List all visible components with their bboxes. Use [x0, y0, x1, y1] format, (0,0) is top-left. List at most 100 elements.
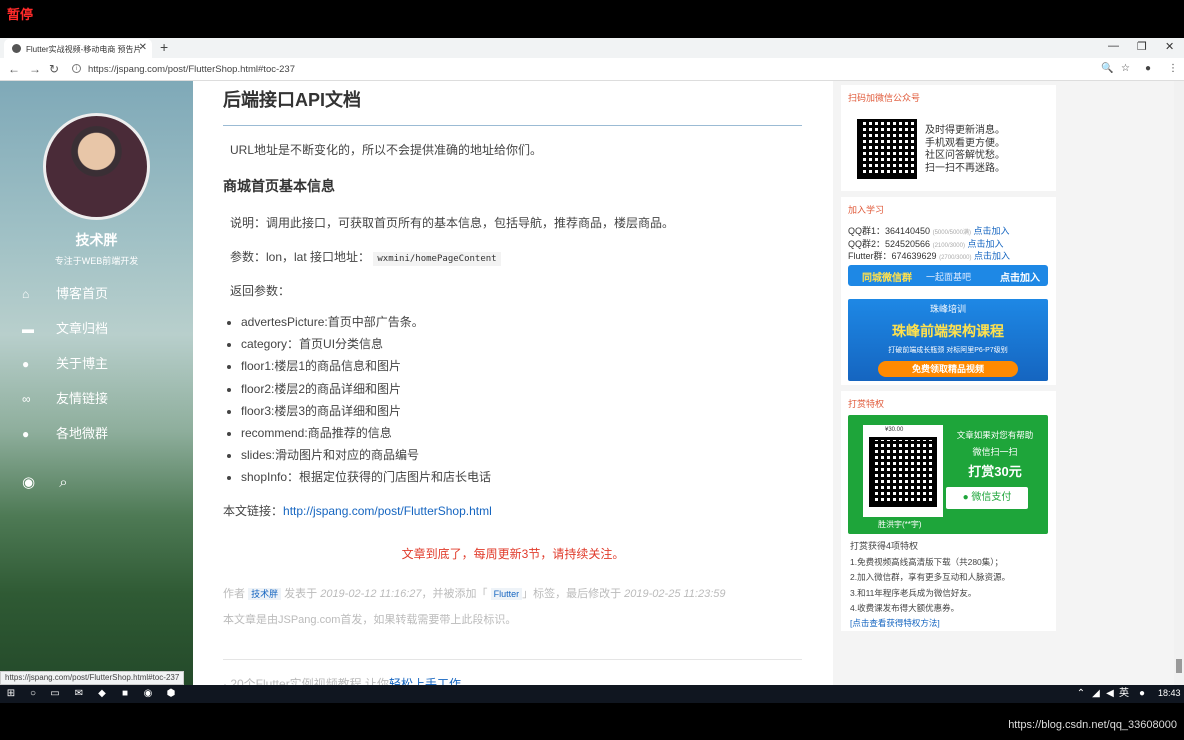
chevron-up-icon[interactable]: ⌃ [1075, 688, 1087, 700]
permalink-row: 本文链接：http://jspang.com/post/FlutterShop.… [223, 504, 492, 518]
favicon-icon [12, 44, 21, 53]
close-window-icon[interactable]: ✕ [1165, 40, 1174, 53]
blog-sidebar: 技术胖 专注于WEB前端开发 ⌂ 博客首页 ▬ 文章归档 ● 关于博主 ∞ 友情链接 ●… [0, 81, 193, 685]
pay-qr-frame: ¥30.00 [863, 425, 943, 517]
browser-tab[interactable]: Flutter实战视频-移动电商 预告片 ✕ [4, 39, 152, 58]
list-item: floor3:楼层3的商品详细和图片 [241, 402, 491, 424]
wechat-group-banner[interactable]: 同城微信群 一起面基吧 点击加入 [848, 265, 1048, 286]
endpoint-code: wxmini/homePageContent [373, 252, 501, 266]
address-bar: ← → ↻ i https://jspang.com/post/FlutterS… [0, 58, 1184, 81]
list-item: advertesPicture:首页中部广告条。 [241, 313, 491, 335]
account-icon[interactable]: ● [1145, 63, 1151, 74]
list-item: 3.和11年程序老兵成为微信好友。 [850, 587, 977, 598]
wechat-tray-icon[interactable]: ● [1136, 688, 1148, 700]
network-icon[interactable]: ◢ [1090, 688, 1102, 700]
permalink-link[interactable]: http://jspang.com/post/FlutterShop.html [283, 504, 492, 518]
app-icon[interactable]: ■ [119, 688, 131, 700]
windows-start-icon[interactable]: ⊞ [5, 688, 17, 700]
join-link[interactable]: 点击加入 [974, 251, 1010, 261]
list-item: slides:滑动图片和对应的商品编号 [241, 446, 491, 468]
zoom-icon[interactable]: 🔍 [1101, 63, 1113, 74]
avatar[interactable] [43, 113, 150, 220]
pause-label[interactable]: 暂停 [7, 4, 33, 23]
copyright-note: 本文章是由JSPang.com首发，如果转载需要带上此段标识。 [223, 614, 517, 626]
scrollbar[interactable] [1174, 81, 1184, 685]
new-tab-icon[interactable]: + [160, 39, 168, 55]
browser-tab-bar: Flutter实战视频-移动电商 预告片 ✕ + — ❐ ✕ [0, 38, 1184, 58]
next-article[interactable]: · 20个Flutter实例视频教程 让你轻松上手工作 [223, 675, 461, 685]
url-input[interactable]: https://jspang.com/post/FlutterShop.html… [88, 64, 295, 75]
restore-icon[interactable]: ❐ [1137, 40, 1147, 53]
wechat-card: 扫码加微信公众号 及时得更新消息。 手机观看更方便。 社区问答解忧愁。 扫一扫不… [841, 85, 1056, 191]
wechat-pay-panel: ¥30.00 文章如果对您有帮助 微信扫一扫 打赏30元 ● 微信支付 胜洪宇(… [848, 415, 1048, 534]
search-icon[interactable]: ⌕ [59, 474, 67, 491]
list-item: floor2:楼层2的商品详细和图片 [241, 380, 491, 402]
desc-text: 说明：调用此接口，可获取首页所有的基本信息，包括导航，推荐商品，楼层商品。 [230, 216, 675, 230]
cortana-icon[interactable]: ○ [27, 688, 39, 700]
list-item: category：首页UI分类信息 [241, 335, 491, 357]
rss-icon[interactable]: ◉ [22, 474, 35, 491]
right-sidebar: 扫码加微信公众号 及时得更新消息。 手机观看更方便。 社区问答解忧愁。 扫一扫不… [841, 81, 1056, 685]
reward-method-link[interactable]: [点击查看获得特权方法] [850, 616, 1010, 631]
wechat-pay-button[interactable]: ● 微信支付 [946, 487, 1028, 509]
end-note: 文章到底了，每周更新3节，请持续关注。 [401, 547, 625, 561]
archive-icon: ▬ [22, 322, 34, 336]
group-row: Flutter群：674639629 (2700/3000) 点击加入 [848, 251, 1010, 261]
list-item: recommend:商品推荐的信息 [241, 424, 491, 446]
minimize-icon[interactable]: — [1108, 40, 1119, 52]
menu-icon[interactable]: ⋮ [1168, 63, 1178, 74]
close-tab-icon[interactable]: ✕ [139, 42, 147, 53]
sidebar-item-archive[interactable]: ▬ 文章归档 [22, 318, 108, 338]
vscode-icon[interactable]: ◆ [96, 688, 108, 700]
wechat-title: 扫码加微信公众号 [848, 93, 921, 103]
author-name: 技术胖 [75, 232, 118, 248]
forward-icon[interactable]: → [29, 62, 41, 76]
group-row: QQ群1：364140450 (5000/5000满) 点击加入 [848, 226, 1010, 236]
reward-list: 1.免费视频高线高清版下载（共280集）； 2.加入微信群，享有更多互动和人脉资… [850, 555, 1010, 631]
bookmark-star-icon[interactable]: ☆ [1121, 63, 1130, 74]
return-params-list: advertesPicture:首页中部广告条。 category：首页UI分类… [241, 313, 491, 491]
course-banner[interactable]: 珠峰培训 珠峰前端架构课程 打破前端成长瓶颈 对标阿里P6-P7级别 免费领取精… [848, 299, 1048, 381]
clock[interactable]: 18:43 [1158, 688, 1181, 698]
intro-text: URL地址是不断变化的，所以不会提供准确的地址给你们。 [230, 143, 543, 157]
wechat-text: 及时得更新消息。 手机观看更方便。 社区问答解忧愁。 扫一扫不再迷路。 [925, 125, 1005, 174]
home-icon: ⌂ [22, 287, 30, 301]
list-item: floor1:楼层1的商品信息和图片 [241, 357, 491, 379]
reward-title: 打赏特权 [848, 399, 885, 409]
article-heading: 后端接口API文档 [223, 90, 362, 110]
reward-heading: 打赏获得4项特权 [850, 541, 919, 551]
list-item: 1.免费视频高线高清版下载（共280集）； [850, 557, 1004, 567]
scrollbar-thumb[interactable] [1176, 659, 1182, 673]
list-item: 4.收费课发布得大额优惠券。 [850, 602, 960, 613]
author-tag[interactable]: 技术胖 [248, 588, 282, 600]
reload-icon[interactable]: ↻ [49, 62, 59, 76]
app-icon[interactable]: ⬢ [165, 688, 177, 700]
ime-indicator[interactable]: 英 [1118, 688, 1130, 700]
join-card: 加入学习 QQ群1：364140450 (5000/5000满) 点击加入 QQ… [841, 197, 1056, 385]
windows-taskbar: ⊞ ○ ▭ ✉ ◆ ■ ◉ ⬢ ⌃ ◢ ◀ 英 ● 18:43 [0, 685, 1184, 703]
chrome-icon[interactable]: ◉ [142, 688, 154, 700]
sidebar-item-links[interactable]: ∞ 友情链接 [22, 388, 108, 408]
status-bar-url: https://jspang.com/post/FlutterShop.html… [0, 671, 185, 685]
mail-icon[interactable]: ✉ [73, 688, 85, 700]
tab-title: Flutter实战视频-移动电商 预告片 [26, 45, 142, 54]
sidebar-tools: ◉ ⌕ [22, 473, 68, 491]
qr-code [857, 119, 917, 179]
list-item: shopInfo：根据定位获得的门店图片和店长电话 [241, 468, 491, 490]
params-text: 参数：lon，lat 接口地址： wxmini/homePageContent [230, 248, 501, 266]
article: 后端接口API文档 URL地址是不断变化的，所以不会提供准确的地址给你们。 商城… [193, 81, 833, 685]
free-video-button[interactable]: 免费领取精品视频 [878, 361, 1018, 377]
join-link[interactable]: 点击加入 [967, 239, 1003, 249]
task-view-icon[interactable]: ▭ [49, 688, 61, 700]
sidebar-item-groups[interactable]: ● 各地微群 [22, 423, 108, 443]
list-item: 2.加入微信群，享有更多互动和人脉资源。 [850, 572, 1011, 583]
volume-icon[interactable]: ◀ [1104, 688, 1116, 700]
back-icon[interactable]: ← [8, 62, 20, 76]
flutter-tag[interactable]: Flutter [490, 588, 523, 600]
divider [223, 125, 802, 126]
sidebar-item-about[interactable]: ● 关于博主 [22, 353, 108, 373]
author-desc: 专注于WEB前端开发 [54, 256, 139, 266]
sidebar-item-home[interactable]: ⌂ 博客首页 [22, 283, 108, 303]
info-icon[interactable]: i [72, 64, 81, 73]
join-link[interactable]: 点击加入 [973, 226, 1009, 236]
